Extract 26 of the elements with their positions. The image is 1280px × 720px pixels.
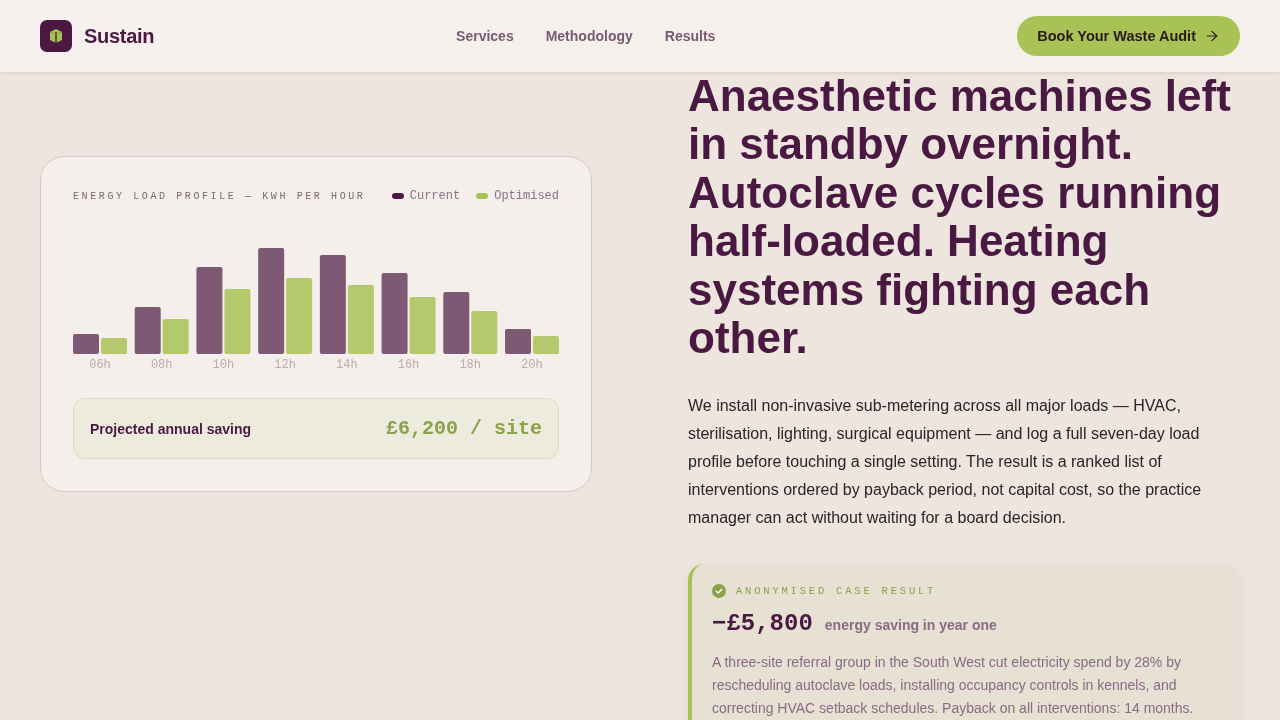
axis-label: 18h <box>458 358 482 372</box>
case-figure: −£5,800 <box>712 610 813 638</box>
nav-link[interactable]: Services <box>456 28 514 44</box>
saving-label: Projected annual saving <box>90 420 252 437</box>
axis-label: 10h <box>211 358 236 372</box>
axis-label: 06h <box>88 358 112 372</box>
axis-label: 16h <box>396 358 421 372</box>
cube-logo-icon[interactable] <box>40 20 72 52</box>
saving-value: £6,200 / site <box>385 417 542 440</box>
axis-label: 12h <box>273 358 297 372</box>
nav-link[interactable]: Results <box>664 28 716 44</box>
legend-label: Optimised <box>494 189 559 203</box>
axis-label: 14h <box>335 358 359 372</box>
hero-heading: Anaesthetic machines left in standby overnight. Autoclave cycles running half-loaded. Heating systems fighting each other. <box>688 72 1232 363</box>
book-audit-button[interactable]: Book Your Waste Audit <box>1017 16 1240 56</box>
legend-label: Current <box>409 189 461 203</box>
hero-paragraph: We install non-invasive sub-metering across all major loads — HVAC, sterilisation, lighting, surgical equipment — and log a full seven-day load profile before touching a single setting. The result is a ranked list of interventions ordered by payback period, not capital cost, so the practice manager can act without waiting for a board decision. <box>688 396 1203 529</box>
case-eyebrow: ANONYMISED CASE RESULT <box>736 585 937 598</box>
case-figure-label: energy saving in year one <box>824 617 997 634</box>
chart-title: ENERGY LOAD PROFILE — KWH PER HOUR <box>73 190 366 202</box>
case-description: A three-site referral group in the South West cut electricity spend by 28% by rescheduling autoclave loads, installing occupancy controls in kennels, and correcting HVAC setback schedules. Payback on all interventions: 14 months. <box>712 653 1195 719</box>
check-circle-icon <box>712 584 726 599</box>
nav-link[interactable]: Methodology <box>545 28 633 44</box>
axis-label: 20h <box>520 358 544 372</box>
brand-name: Sustain <box>84 24 155 48</box>
axis-label: 08h <box>149 358 174 372</box>
